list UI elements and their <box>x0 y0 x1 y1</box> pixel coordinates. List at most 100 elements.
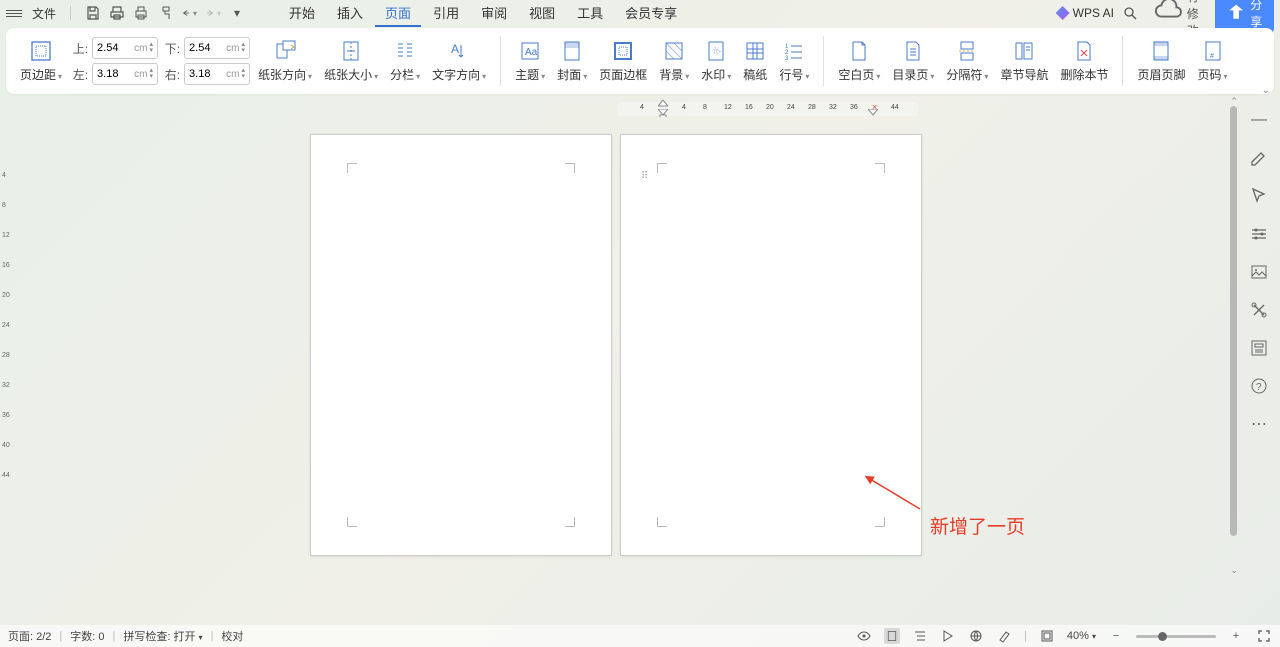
text-direction-button[interactable]: A文字方向 <box>428 39 490 83</box>
zoom-level[interactable]: 40% ▾ <box>1067 630 1096 642</box>
margin-left-input[interactable]: 3.18cm▴▾ <box>92 63 158 85</box>
ribbon-tabs: 开始 插入 页面 引用 审阅 视图 工具 会员专享 <box>279 0 687 27</box>
background-icon <box>662 39 686 63</box>
horizontal-ruler[interactable]: 4 4 8 12 16 20 24 28 32 36 44 × <box>618 102 918 116</box>
page-2[interactable]: ⠿ <box>620 134 922 556</box>
margin-right-input[interactable]: 3.18cm▴▾ <box>184 63 250 85</box>
margin-icon <box>29 39 53 63</box>
paper-size-icon <box>339 39 363 63</box>
line-number-icon: 123 <box>782 39 806 63</box>
fullscreen-icon[interactable] <box>1256 628 1272 644</box>
page-margin-label: 页边距 <box>20 66 62 83</box>
indent-marker-left-icon[interactable] <box>658 100 668 108</box>
tab-membership[interactable]: 会员专享 <box>615 0 687 27</box>
right-sidebar: — ? ⋯ <box>1238 94 1280 625</box>
header-footer-button[interactable]: 页眉页脚 <box>1133 39 1189 83</box>
vertical-scrollbar[interactable]: ⌃ ⌄ <box>1228 106 1238 566</box>
tab-home[interactable]: 开始 <box>279 0 325 27</box>
delete-section-button[interactable]: 删除本节 <box>1056 39 1112 83</box>
zoom-slider[interactable] <box>1136 635 1216 638</box>
reading-view-icon[interactable] <box>940 628 956 644</box>
eye-icon[interactable] <box>856 628 872 644</box>
settings-icon[interactable] <box>1249 224 1269 244</box>
zoom-out-icon[interactable]: − <box>1108 628 1124 644</box>
tab-reference[interactable]: 引用 <box>423 0 469 27</box>
toc-page-button[interactable]: 目录页 <box>888 39 938 83</box>
watermark-icon: 水 <box>704 39 728 63</box>
search-icon[interactable] <box>1122 5 1138 21</box>
paper-size-button[interactable]: 纸张大小 <box>320 39 382 83</box>
tab-review[interactable]: 审阅 <box>471 0 517 27</box>
tab-view[interactable]: 视图 <box>519 0 565 27</box>
margin-bottom-label: 下: <box>162 40 180 57</box>
save-icon[interactable] <box>85 5 101 21</box>
vertical-ruler: 48 1216 2024 2832 3640 44 <box>0 112 16 625</box>
image-icon[interactable] <box>1249 262 1269 282</box>
background-button[interactable]: 背景 <box>655 39 693 83</box>
template-icon[interactable] <box>1249 338 1269 358</box>
columns-button[interactable]: 分栏 <box>386 39 424 83</box>
indent-marker-left-bottom-icon[interactable] <box>658 109 668 117</box>
more-icon[interactable]: ⋯ <box>1249 414 1269 434</box>
wps-ai-button[interactable]: WPS AI <box>1056 6 1114 20</box>
print-preview-icon[interactable] <box>109 5 125 21</box>
columns-icon <box>393 39 417 63</box>
cursor-select-icon[interactable] <box>1249 186 1269 206</box>
undo-icon[interactable] <box>181 5 197 21</box>
word-count[interactable]: 字数: 0 <box>70 628 104 644</box>
format-painter-icon[interactable] <box>157 5 173 21</box>
scroll-down-icon[interactable]: ⌄ <box>1230 565 1238 576</box>
svg-text:Aa: Aa <box>525 47 538 58</box>
watermark-button[interactable]: 水水印 <box>697 39 735 83</box>
page-border-button[interactable]: 页面边框 <box>595 39 651 83</box>
pencil-icon[interactable] <box>1249 148 1269 168</box>
margin-top-input[interactable]: 2.54cm▴▾ <box>92 37 158 59</box>
orientation-button[interactable]: 纸张方向 <box>254 39 316 83</box>
header-footer-icon <box>1149 39 1173 63</box>
page-number-button[interactable]: #页码 <box>1193 39 1231 83</box>
hamburger-menu-icon[interactable] <box>6 10 22 17</box>
blank-page-button[interactable]: 空白页 <box>834 39 884 83</box>
print-icon[interactable] <box>133 5 149 21</box>
svg-text:#: # <box>1210 53 1214 60</box>
web-view-icon[interactable] <box>968 628 984 644</box>
proofread[interactable]: 校对 <box>221 628 243 644</box>
ai-icon <box>1056 6 1070 20</box>
tab-page[interactable]: 页面 <box>375 0 421 27</box>
blank-page-icon <box>847 39 871 63</box>
tab-stop-icon[interactable]: × <box>872 102 877 112</box>
separator-button[interactable]: 分隔符 <box>942 39 992 83</box>
redo-icon[interactable] <box>205 5 221 21</box>
help-icon[interactable]: ? <box>1249 376 1269 396</box>
page-indicator[interactable]: 页面: 2/2 <box>8 628 51 644</box>
theme-button[interactable]: Aa主题 <box>511 39 549 83</box>
page-view-icon[interactable] <box>884 628 900 644</box>
svg-text:水: 水 <box>710 44 722 57</box>
cover-button[interactable]: 封面 <box>553 39 591 83</box>
scroll-thumb[interactable] <box>1230 106 1237 536</box>
chapter-nav-button[interactable]: 章节导航 <box>996 39 1052 83</box>
tab-insert[interactable]: 插入 <box>327 0 373 27</box>
zoom-in-icon[interactable]: + <box>1228 628 1244 644</box>
theme-icon: Aa <box>518 39 542 63</box>
outline-view-icon[interactable] <box>912 628 928 644</box>
page-1[interactable] <box>310 134 612 556</box>
tools-icon[interactable] <box>1249 300 1269 320</box>
delete-section-icon <box>1072 39 1096 63</box>
fit-icon[interactable] <box>1039 628 1055 644</box>
tab-tools[interactable]: 工具 <box>567 0 613 27</box>
file-menu[interactable]: 文件 <box>26 5 62 22</box>
highlight-icon[interactable] <box>996 628 1012 644</box>
drag-handle-icon[interactable]: ⠿ <box>641 171 649 182</box>
status-bar: 页面: 2/2| 字数: 0| 拼写检查: 打开 ▾| 校对 | 40% ▾ −… <box>0 625 1280 647</box>
page-border-icon <box>611 39 635 63</box>
page-margin-button[interactable]: 页边距 <box>16 39 66 83</box>
minus-icon[interactable]: — <box>1249 110 1269 130</box>
qat-more-icon[interactable]: ▾ <box>229 5 245 21</box>
line-number-button[interactable]: 123行号 <box>775 39 813 83</box>
separator-icon <box>955 39 979 63</box>
manuscript-button[interactable]: 稿纸 <box>739 39 771 83</box>
cover-icon <box>560 39 584 63</box>
spell-check-status[interactable]: 拼写检查: 打开 ▾ <box>123 628 202 644</box>
margin-bottom-input[interactable]: 2.54cm▴▾ <box>184 37 250 59</box>
